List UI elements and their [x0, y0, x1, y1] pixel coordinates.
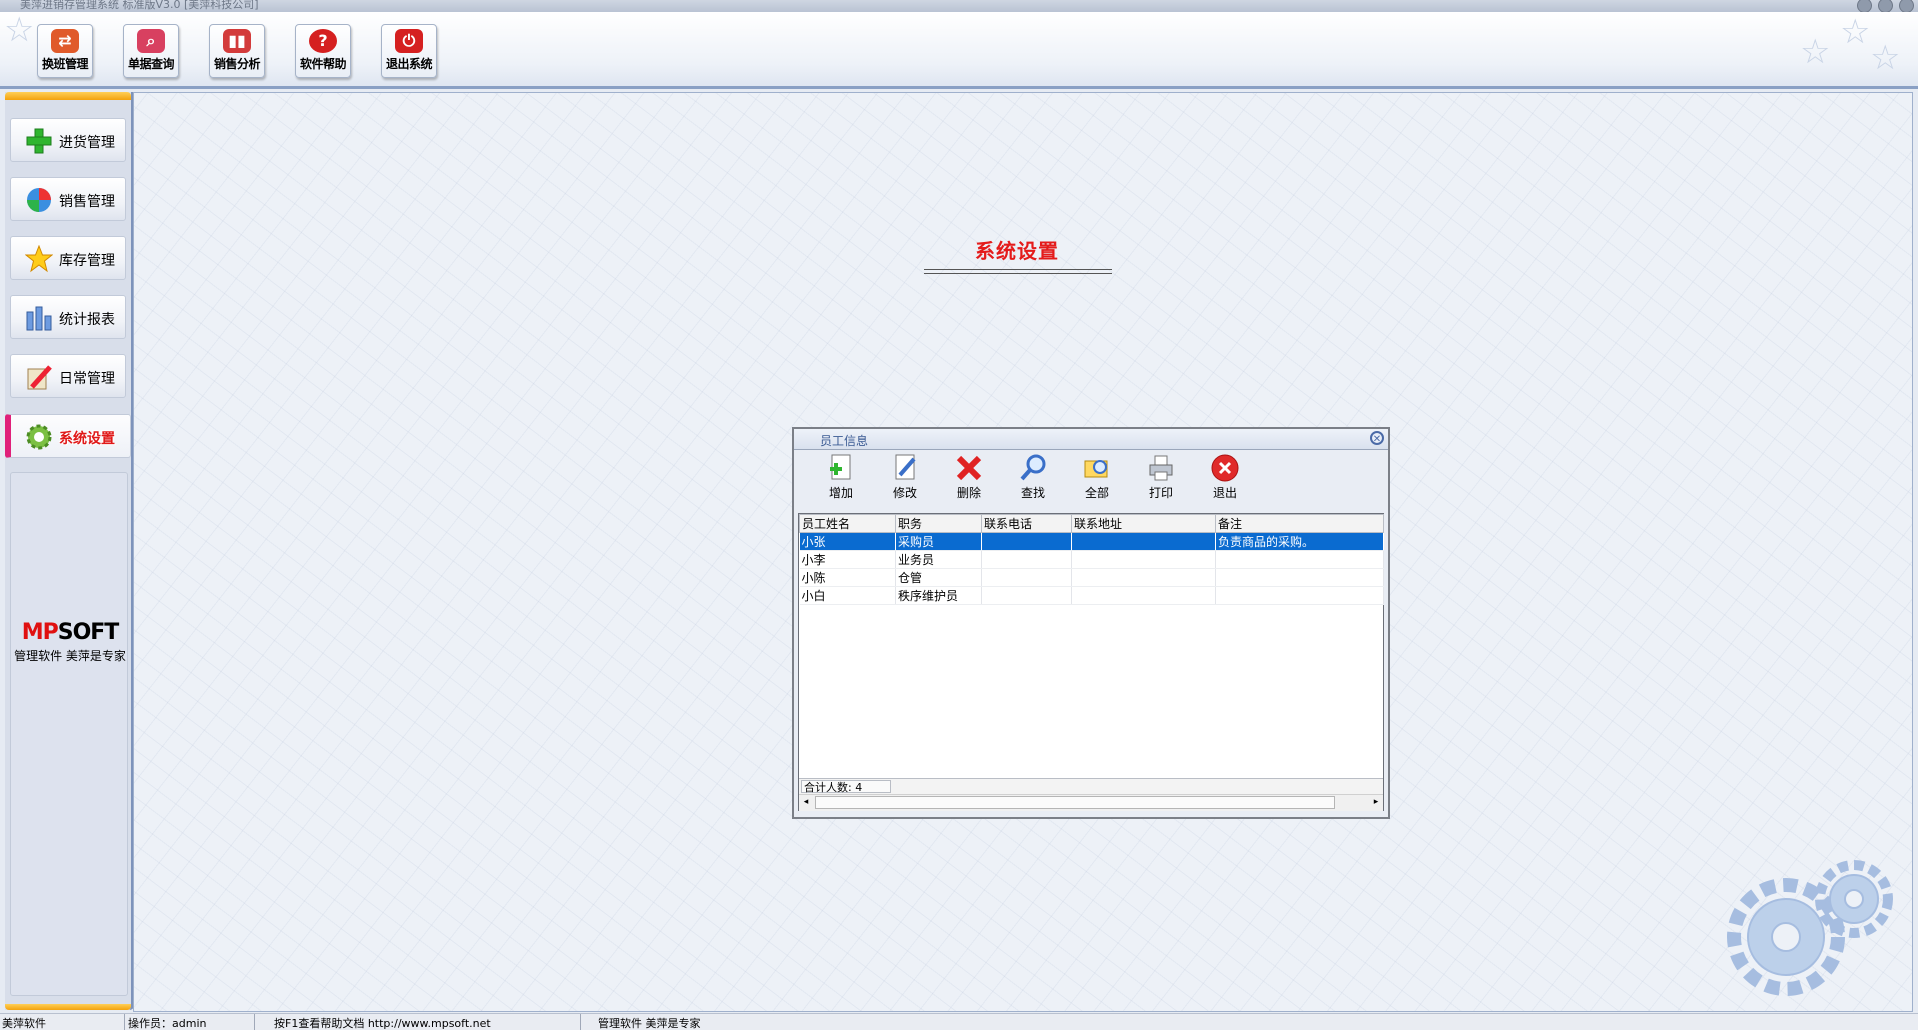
pencil-icon — [27, 365, 52, 390]
table-header-row: 员工姓名 职务 联系电话 联系地址 备注 — [799, 514, 1384, 533]
magnifier-icon: ⌕ — [137, 29, 165, 53]
star-decoration-icon: ☆ — [4, 12, 35, 50]
logo-slogan: 管理软件 美萍是专家 — [14, 649, 126, 663]
column-header-position[interactable]: 职务 — [895, 514, 982, 533]
shift-change-icon: ⇄ — [51, 29, 79, 53]
toolbar-exit-label: 退出系统 — [385, 57, 433, 71]
printer-icon — [1149, 455, 1173, 481]
sidebar-item-inventory[interactable]: 库存管理 — [10, 236, 126, 280]
sidebar-item-daily[interactable]: 日常管理 — [10, 354, 126, 398]
toolbar-exit-button[interactable]: ⏻ 退出系统 — [381, 24, 437, 78]
star-decoration-icon: ☆ — [1800, 32, 1831, 72]
table-row[interactable]: 小张 采购员 负责商品的采购。 — [799, 532, 1384, 551]
sidebar-item-label: 销售管理 — [59, 194, 115, 210]
dialog-toolbar: 增加 修改 删除 查找 全部 打印 退出 — [796, 451, 1386, 511]
sidebar-bottom-strip — [5, 1004, 131, 1010]
gear-icon — [26, 424, 52, 450]
folder-search-icon — [1084, 460, 1108, 478]
sidebar-item-label: 统计报表 — [59, 312, 115, 328]
help-icon: ? — [309, 29, 337, 53]
page-title: 系统设置 — [975, 239, 1059, 263]
edit-document-icon — [895, 454, 916, 480]
toolbar-sales-analysis-button[interactable]: ▮▮ 销售分析 — [209, 24, 265, 78]
exit-button[interactable]: 退出 — [1200, 453, 1250, 501]
edit-button[interactable]: 修改 — [880, 453, 930, 501]
dialog-title-bar: 员工信息 ✕ — [794, 429, 1388, 450]
employee-table: 员工姓名 职务 联系电话 联系地址 备注 小张 采购员 负责商品的采购。 小李 … — [798, 513, 1384, 811]
status-bar: 美萍软件 操作员：admin 按F1查看帮助文档 http://www.mpso… — [0, 1013, 1918, 1030]
status-app: 美萍软件 — [2, 1017, 46, 1030]
power-icon: ⏻ — [395, 29, 423, 53]
exit-icon — [1211, 454, 1239, 482]
scroll-right-icon[interactable]: ▸ — [1369, 795, 1383, 810]
bar-chart-icon: ▮▮ — [223, 29, 251, 53]
show-all-button[interactable]: 全部 — [1072, 453, 1122, 501]
sidebar-top-strip — [5, 92, 131, 100]
logo-text: MPSOFT — [21, 620, 120, 645]
main-content: 系统设置 员工信息 ✕ 增加 修改 删除 查找 全部 打印 退出 员工姓名 职务… — [133, 92, 1913, 1012]
minimize-button[interactable] — [1857, 0, 1872, 12]
sidebar-item-settings[interactable]: 系统设置 — [5, 414, 131, 458]
status-slogan: 管理软件 美萍是专家 — [598, 1017, 701, 1030]
page-title-underline — [924, 269, 1112, 274]
status-operator: 操作员：admin — [128, 1017, 207, 1030]
table-footer: 合计人数: 4 — [799, 778, 1383, 795]
main-toolbar: ☆ ☆ ☆ ☆ ⇄ 换班管理 ⌕ 单据查询 ▮▮ 销售分析 ? 软件帮助 ⏻ 退… — [0, 12, 1918, 89]
toolbar-shift-button[interactable]: ⇄ 换班管理 — [37, 24, 93, 78]
delete-x-icon — [956, 455, 982, 481]
column-header-phone[interactable]: 联系电话 — [981, 514, 1072, 533]
dialog-title: 员工信息 — [820, 434, 869, 448]
sidebar-item-label: 日常管理 — [59, 371, 115, 387]
toolbar-help-label: 软件帮助 — [299, 57, 347, 71]
bar-chart-icon — [26, 306, 52, 331]
dialog-close-button[interactable]: ✕ — [1370, 431, 1384, 445]
status-help: 按F1查看帮助文档 http://www.mpsoft.net — [274, 1017, 491, 1030]
find-button[interactable]: 查找 — [1008, 453, 1058, 501]
employee-count: 合计人数: 4 — [801, 780, 891, 794]
gears-decoration-icon — [1727, 860, 1893, 996]
column-header-address[interactable]: 联系地址 — [1071, 514, 1216, 533]
sidebar-lower-panel — [10, 472, 128, 996]
close-window-button[interactable] — [1899, 0, 1914, 12]
toolbar-documents-button[interactable]: ⌕ 单据查询 — [123, 24, 179, 78]
mpsoft-logo: MPSOFT 管理软件 美萍是专家 — [11, 620, 129, 664]
scroll-left-icon[interactable]: ◂ — [799, 795, 813, 810]
toolbar-help-button[interactable]: ? 软件帮助 — [295, 24, 351, 78]
sidebar-item-purchase[interactable]: 进货管理 — [10, 118, 126, 162]
sidebar-item-label: 系统设置 — [59, 431, 115, 447]
horizontal-scrollbar[interactable]: ◂ ▸ — [799, 794, 1383, 811]
table-row[interactable]: 小白 秩序维护员 — [799, 586, 1384, 605]
window-title-bar: 美萍进销存管理系统 标准版V3.0 [美萍科技公司] — [0, 0, 1918, 12]
print-button[interactable]: 打印 — [1136, 453, 1186, 501]
table-row[interactable]: 小李 业务员 — [799, 550, 1384, 569]
toolbar-sales-analysis-label: 销售分析 — [213, 57, 261, 71]
window-title: 美萍进销存管理系统 标准版V3.0 [美萍科技公司] — [20, 0, 259, 11]
scrollbar-thumb[interactable] — [815, 796, 1335, 809]
add-document-icon — [830, 454, 851, 480]
star-icon — [25, 245, 53, 273]
star-decoration-icon: ☆ — [1870, 38, 1901, 78]
sidebar: 进货管理 销售管理 库存管理 统计报表 日常管理 系统设置 MPSOFT 管理软… — [5, 92, 135, 1010]
toolbar-documents-label: 单据查询 — [127, 57, 175, 71]
add-button[interactable]: 增加 — [816, 453, 866, 501]
plus-icon — [26, 128, 52, 154]
maximize-button[interactable] — [1878, 0, 1893, 12]
employee-info-dialog: 员工信息 ✕ 增加 修改 删除 查找 全部 打印 退出 员工姓名 职务 联系电话… — [792, 427, 1390, 819]
table-row[interactable]: 小陈 仓管 — [799, 568, 1384, 587]
column-header-notes[interactable]: 备注 — [1215, 514, 1384, 533]
toolbar-shift-label: 换班管理 — [41, 57, 89, 71]
sidebar-item-label: 库存管理 — [59, 253, 115, 269]
column-header-name[interactable]: 员工姓名 — [799, 514, 896, 533]
globe-icon — [27, 188, 51, 212]
window-controls — [1857, 0, 1914, 12]
sidebar-item-label: 进货管理 — [59, 135, 115, 151]
star-decoration-icon: ☆ — [1840, 12, 1871, 52]
search-icon — [1020, 454, 1046, 481]
sidebar-item-sales[interactable]: 销售管理 — [10, 177, 126, 221]
delete-button[interactable]: 删除 — [944, 453, 994, 501]
sidebar-item-reports[interactable]: 统计报表 — [10, 295, 126, 339]
